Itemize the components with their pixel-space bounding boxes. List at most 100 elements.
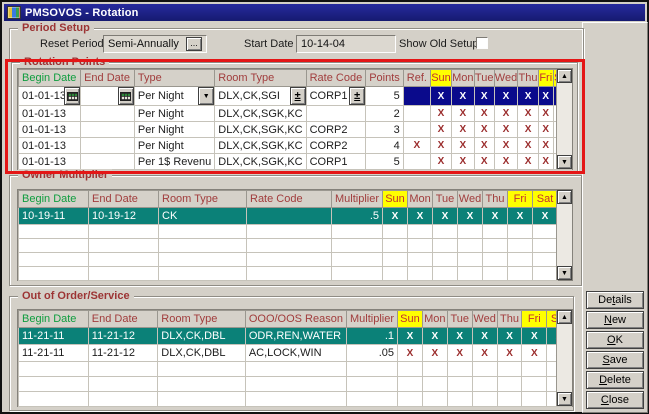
day-cell[interactable]: [483, 253, 508, 267]
day-cell[interactable]: X: [494, 122, 518, 138]
day-cell[interactable]: X: [398, 345, 423, 362]
ok-button[interactable]: OK: [586, 331, 644, 349]
cell-end-date[interactable]: [89, 239, 159, 253]
cell-end-date[interactable]: [81, 87, 135, 106]
day-cell[interactable]: X: [494, 87, 518, 106]
day-cell[interactable]: [408, 267, 433, 281]
cell-ref[interactable]: [403, 106, 430, 122]
day-cell[interactable]: [383, 225, 408, 239]
cell-rate-code[interactable]: [247, 208, 332, 225]
day-cell[interactable]: [497, 362, 522, 377]
day-cell[interactable]: X: [494, 154, 518, 170]
cell-begin-date[interactable]: [19, 392, 89, 407]
day-cell[interactable]: X: [494, 106, 518, 122]
cell-room-type[interactable]: [158, 392, 246, 407]
cell-end-date[interactable]: [88, 392, 158, 407]
day-cell[interactable]: [458, 225, 483, 239]
day-cell[interactable]: [497, 392, 522, 407]
lov-button[interactable]: ±: [290, 87, 306, 105]
cell-room-type[interactable]: DLX,CK,SGK,KC: [215, 154, 306, 170]
day-cell[interactable]: X: [474, 138, 494, 154]
day-cell[interactable]: X: [518, 87, 538, 106]
cell-begin-date[interactable]: 01-01-13: [19, 154, 81, 170]
cell-rate-code[interactable]: CORP1: [306, 154, 366, 170]
cell-begin-date[interactable]: 11-21-11: [19, 345, 89, 362]
cell-multiplier[interactable]: .05: [346, 345, 397, 362]
cell-type[interactable]: Per 1$ Revenu: [134, 154, 214, 170]
cell-room-type[interactable]: [159, 239, 247, 253]
day-cell[interactable]: [508, 225, 533, 239]
cell-ref[interactable]: X: [403, 138, 430, 154]
day-cell[interactable]: [522, 362, 547, 377]
day-cell[interactable]: [433, 225, 458, 239]
day-cell[interactable]: [433, 253, 458, 267]
data-row[interactable]: 01-01-13Per NightDLX,CK,SGK,KC2XXXXXXX: [19, 106, 572, 122]
day-cell[interactable]: [497, 377, 522, 392]
cell-end-date[interactable]: [89, 225, 159, 239]
cell-type[interactable]: Per Night: [134, 138, 214, 154]
day-cell[interactable]: X: [518, 138, 538, 154]
cell-points[interactable]: 5: [366, 87, 404, 106]
day-cell[interactable]: [447, 377, 472, 392]
calendar-button[interactable]: [118, 87, 134, 105]
cell-multiplier[interactable]: [346, 392, 397, 407]
scroll-down-button[interactable]: ▼: [557, 266, 572, 280]
cell-rate-code[interactable]: CORP1±: [306, 87, 366, 106]
cell-end-date[interactable]: 11-21-12: [88, 328, 158, 345]
cell-begin-date[interactable]: [19, 225, 89, 239]
day-cell[interactable]: X: [458, 208, 483, 225]
vertical-scrollbar[interactable]: ▲▼: [556, 69, 572, 169]
day-cell[interactable]: X: [474, 106, 494, 122]
day-cell[interactable]: [422, 377, 447, 392]
day-cell[interactable]: [483, 225, 508, 239]
day-cell[interactable]: X: [408, 208, 433, 225]
cell-end-date[interactable]: [81, 106, 135, 122]
day-cell[interactable]: X: [497, 345, 522, 362]
data-row[interactable]: 01-01-13Per Night▼DLX,CK,SGI±CORP1±5XXXX…: [19, 87, 572, 106]
day-cell[interactable]: [422, 392, 447, 407]
day-cell[interactable]: X: [451, 154, 474, 170]
empty-row[interactable]: [19, 225, 558, 239]
cell-reason[interactable]: ODR,REN,WATER: [245, 328, 346, 345]
day-cell[interactable]: X: [451, 87, 474, 106]
day-cell[interactable]: X: [447, 328, 472, 345]
cell-reason[interactable]: [245, 362, 346, 377]
save-button[interactable]: Save: [586, 351, 644, 369]
cell-begin-date[interactable]: [19, 362, 89, 377]
scroll-up-button[interactable]: ▲: [557, 190, 572, 204]
cell-room-type[interactable]: DLX,CK,SGK,KC: [215, 106, 306, 122]
cell-end-date[interactable]: 11-21-12: [88, 345, 158, 362]
day-cell[interactable]: X: [538, 154, 553, 170]
cell-end-date[interactable]: [81, 154, 135, 170]
day-cell[interactable]: [472, 392, 497, 407]
day-cell[interactable]: X: [422, 345, 447, 362]
day-cell[interactable]: X: [430, 138, 451, 154]
cell-room-type[interactable]: DLX,CK,DBL: [158, 328, 246, 345]
day-cell[interactable]: [458, 253, 483, 267]
day-cell[interactable]: X: [508, 208, 533, 225]
cell-room-type[interactable]: DLX,CK,SGI±: [215, 87, 306, 106]
cell-multiplier[interactable]: [332, 239, 383, 253]
reset-period-lov-button[interactable]: ...: [186, 37, 202, 51]
close-button[interactable]: Close: [586, 391, 644, 409]
cell-room-type[interactable]: DLX,CK,DBL: [158, 345, 246, 362]
cell-points[interactable]: 2: [366, 106, 404, 122]
show-old-setup-checkbox[interactable]: [476, 37, 488, 49]
data-row[interactable]: 01-01-13Per NightDLX,CK,SGK,KCCORP23XXXX…: [19, 122, 572, 138]
day-cell[interactable]: [472, 377, 497, 392]
lov-button[interactable]: ±: [349, 87, 365, 105]
day-cell[interactable]: X: [538, 122, 553, 138]
cell-end-date[interactable]: 10-19-12: [89, 208, 159, 225]
cell-begin-date[interactable]: [19, 239, 89, 253]
day-cell[interactable]: [533, 267, 558, 281]
cell-reason[interactable]: AC,LOCK,WIN: [245, 345, 346, 362]
day-cell[interactable]: X: [497, 328, 522, 345]
cell-rate-code[interactable]: CORP2: [306, 138, 366, 154]
cell-rate-code[interactable]: [306, 106, 366, 122]
day-cell[interactable]: X: [474, 154, 494, 170]
day-cell[interactable]: [458, 267, 483, 281]
cell-begin-date[interactable]: 01-01-13: [19, 122, 81, 138]
day-cell[interactable]: X: [538, 87, 553, 106]
day-cell[interactable]: [383, 253, 408, 267]
day-cell[interactable]: X: [518, 122, 538, 138]
